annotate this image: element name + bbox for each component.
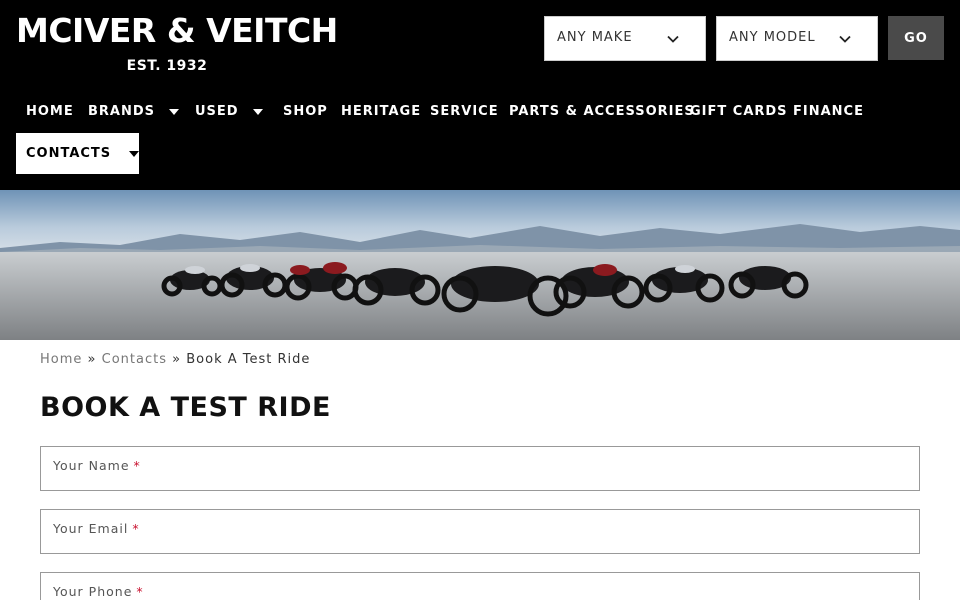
phone-field-label: Your Phone * — [53, 584, 144, 599]
phone-label-text: Your Phone — [53, 584, 133, 599]
nav-item-shop[interactable]: SHOP — [283, 92, 328, 132]
nav-item-parts-accessories[interactable]: PARTS & ACCESSORIES — [509, 92, 695, 132]
breadcrumb-separator: » — [172, 352, 182, 367]
page-title: BOOK A TEST RIDE — [40, 392, 331, 423]
model-select[interactable]: ANY MODEL — [716, 16, 878, 61]
make-select-value: ANY MAKE — [557, 30, 633, 45]
nav-item-label: BRANDS — [88, 104, 156, 119]
nav-item-finance[interactable]: FINANCE — [793, 92, 864, 132]
brand-name: MCIVER & VEITCH — [16, 11, 338, 50]
go-button[interactable]: GO — [888, 16, 944, 60]
nav-item-contacts[interactable]: CONTACTS — [16, 133, 140, 174]
hero-motorcycles-image — [0, 190, 960, 340]
nav-item-label: HERITAGE — [341, 104, 422, 119]
phone-field[interactable]: Your Phone * — [40, 572, 920, 600]
breadcrumb-separator: » — [87, 352, 97, 367]
nav-item-label: GIFT CARDS — [690, 104, 788, 119]
model-select-value: ANY MODEL — [729, 30, 816, 45]
nav-item-service[interactable]: SERVICE — [430, 92, 499, 132]
breadcrumb-home-link[interactable]: Home — [40, 352, 82, 367]
name-label-text: Your Name — [53, 458, 130, 473]
nav-item-label: FINANCE — [793, 104, 864, 119]
chevron-down-icon — [667, 35, 679, 43]
nav-item-label: PARTS & ACCESSORIES — [509, 104, 695, 119]
required-mark: * — [136, 584, 144, 599]
caret-down-icon — [129, 150, 140, 157]
breadcrumb: Home » Contacts » Book A Test Ride — [40, 352, 310, 367]
nav-item-label: SERVICE — [430, 104, 499, 119]
email-field[interactable]: Your Email * — [40, 509, 920, 554]
nav-item-heritage[interactable]: HERITAGE — [341, 92, 421, 132]
nav-item-brands[interactable]: BRANDS — [88, 92, 180, 132]
nav-item-label: SHOP — [283, 104, 328, 119]
nav-item-used[interactable]: USED — [195, 92, 263, 132]
nav-item-label: CONTACTS — [26, 146, 112, 161]
caret-down-icon — [252, 108, 263, 115]
name-field[interactable]: Your Name * — [40, 446, 920, 491]
name-field-label: Your Name * — [53, 458, 141, 473]
make-select[interactable]: ANY MAKE — [544, 16, 706, 61]
brand-established: EST. 1932 — [126, 58, 208, 74]
nav-item-label: USED — [195, 104, 239, 119]
nav-item-gift-cards[interactable]: GIFT CARDS — [690, 92, 788, 132]
nav-item-home[interactable]: HOME — [26, 92, 74, 132]
breadcrumb-current: Book A Test Ride — [186, 352, 311, 367]
caret-down-icon — [169, 108, 180, 115]
required-mark: * — [133, 458, 141, 473]
chevron-down-icon — [839, 35, 851, 43]
nav-item-label: HOME — [26, 104, 74, 119]
email-field-label: Your Email * — [53, 521, 140, 536]
hero-banner — [0, 190, 960, 340]
site-header: MCIVER & VEITCH EST. 1932 ANY MAKE ANY M… — [0, 0, 960, 190]
email-label-text: Your Email — [53, 521, 129, 536]
required-mark: * — [132, 521, 140, 536]
breadcrumb-contacts-link[interactable]: Contacts — [102, 352, 167, 367]
brand-logo[interactable]: MCIVER & VEITCH EST. 1932 — [16, 11, 338, 76]
